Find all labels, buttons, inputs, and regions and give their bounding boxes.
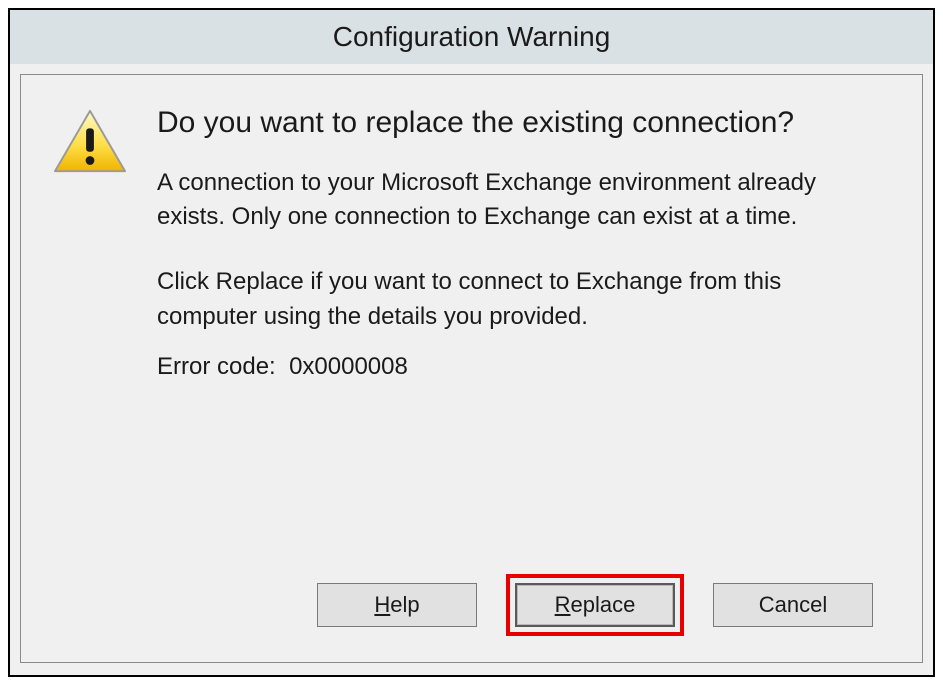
button-row: Help Replace Cancel (51, 574, 892, 642)
cancel-button[interactable]: Cancel (713, 583, 873, 627)
error-label: Error code: (157, 353, 276, 380)
dialog-title: Configuration Warning (333, 21, 611, 53)
help-rest: elp (390, 592, 419, 617)
replace-rest: eplace (571, 592, 636, 617)
dialog-body-wrapper: Do you want to replace the existing conn… (10, 64, 933, 675)
dialog-paragraph-2: Click Replace if you want to connect to … (157, 265, 884, 335)
main-row: Do you want to replace the existing conn… (51, 103, 892, 381)
spacer (51, 381, 892, 574)
replace-button[interactable]: Replace (515, 583, 675, 627)
dialog-heading: Do you want to replace the existing conn… (157, 103, 884, 144)
replace-button-wrap: Replace (506, 574, 684, 636)
cancel-button-wrap: Cancel (704, 574, 882, 636)
configuration-warning-dialog: Configuration Warning (8, 8, 935, 677)
help-button-wrap: Help (308, 574, 486, 636)
dialog-paragraph-1: A connection to your Microsoft Exchange … (157, 166, 884, 236)
help-accel: H (374, 592, 390, 617)
dialog-content-panel: Do you want to replace the existing conn… (20, 74, 923, 663)
error-line: Error code: 0x0000008 (157, 353, 884, 381)
cancel-label: Cancel (759, 592, 827, 618)
text-column: Do you want to replace the existing conn… (157, 103, 892, 381)
warning-icon (51, 103, 129, 182)
dialog-titlebar: Configuration Warning (10, 10, 933, 64)
replace-accel: R (555, 592, 571, 617)
error-code: 0x0000008 (289, 353, 408, 380)
help-button[interactable]: Help (317, 583, 477, 627)
